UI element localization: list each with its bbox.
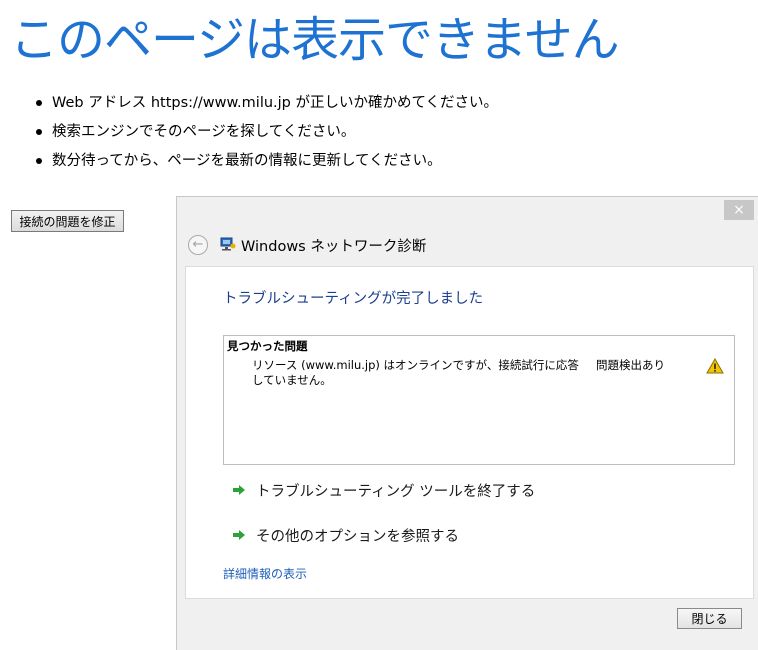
network-diagnostics-dialog: × ← Windows ネットワーク診断 トラブルシューティングが完了しました …: [176, 196, 758, 650]
dialog-title: Windows ネットワーク診断: [241, 239, 427, 255]
close-button[interactable]: 閉じる: [677, 608, 742, 629]
problem-status: 問題検出あり: [596, 358, 665, 372]
close-icon[interactable]: ×: [724, 200, 754, 220]
dialog-content: トラブルシューティングが完了しました 見つかった問題 リソース (www.mil…: [185, 266, 754, 599]
suggestion-list: Web アドレス https://www.milu.jp が正しいか確かめてくだ…: [36, 92, 498, 179]
option-label: その他のオプションを参照する: [256, 528, 459, 545]
suggestion-item: 検索エンジンでそのページを探してください。: [36, 121, 498, 150]
status-heading: トラブルシューティングが完了しました: [223, 291, 484, 307]
detail-info-link[interactable]: 詳細情報の表示: [223, 565, 307, 582]
problems-found-box: 見つかった問題 リソース (www.milu.jp) はオンラインですが、接続試…: [223, 335, 735, 465]
option-label: トラブルシューティング ツールを終了する: [256, 483, 536, 500]
page-title: このページは表示できません: [10, 12, 620, 68]
suggestion-item: Web アドレス https://www.milu.jp が正しいか確かめてくだ…: [36, 92, 498, 121]
problems-header: 見つかった問題: [227, 339, 308, 353]
warning-icon: [706, 358, 724, 374]
green-arrow-icon: [233, 530, 245, 540]
network-diagnostics-icon: [220, 237, 236, 251]
fix-connection-button[interactable]: 接続の問題を修正: [11, 210, 124, 232]
problem-description: リソース (www.milu.jp) はオンラインですが、接続試行に応答していま…: [252, 358, 579, 387]
suggestion-item: 数分待ってから、ページを最新の情報に更新してください。: [36, 150, 498, 179]
other-options-option[interactable]: その他のオプションを参照する: [232, 524, 459, 546]
exit-troubleshooter-option[interactable]: トラブルシューティング ツールを終了する: [232, 479, 535, 501]
green-arrow-icon: [233, 485, 245, 495]
back-arrow-icon[interactable]: ←: [188, 235, 208, 255]
